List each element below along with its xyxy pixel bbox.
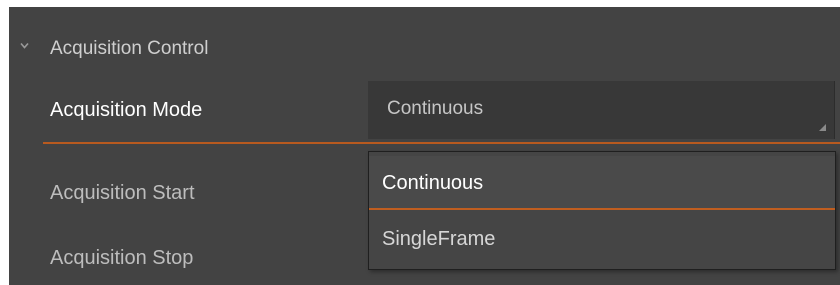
section-header-acquisition-control[interactable]: Acquisition Control [9,15,840,75]
property-label-acquisition-mode: Acquisition Mode [50,99,203,121]
dropdown-option-continuous[interactable]: Continuous [369,156,835,210]
dropdown-corner-icon [819,124,826,131]
dropdown-option-label: SingleFrame [382,228,496,250]
property-panel: Acquisition Control Acquisition Mode Con… [9,7,840,285]
row-focus-underline [43,142,840,144]
property-label-acquisition-start: Acquisition Start [50,182,195,204]
acquisition-mode-value: Continuous [387,98,484,119]
acquisition-mode-dropdown-list: Continuous SingleFrame [368,151,836,270]
property-label-acquisition-stop: Acquisition Stop [50,247,194,269]
dropdown-option-singleframe[interactable]: SingleFrame [369,212,835,266]
acquisition-mode-select[interactable]: Continuous [368,81,835,139]
section-title: Acquisition Control [50,38,209,59]
chevron-down-icon[interactable] [20,41,29,50]
dropdown-option-label: Continuous [382,172,484,194]
